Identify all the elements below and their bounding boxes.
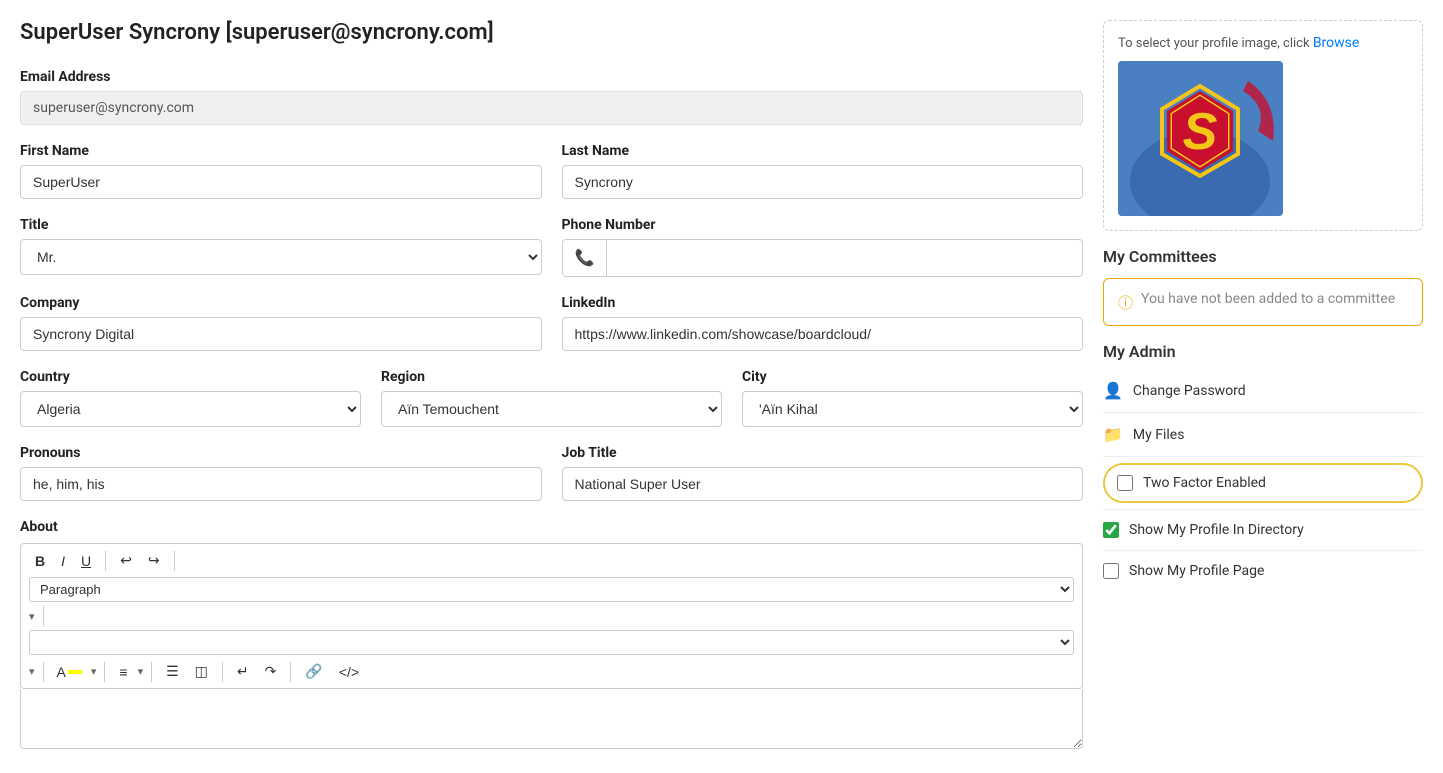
city-label: City xyxy=(742,369,1083,385)
browse-link[interactable]: Browse xyxy=(1313,35,1359,51)
pronouns-label: Pronouns xyxy=(20,445,542,461)
committees-empty-msg: You have not been added to a committee xyxy=(1141,291,1395,307)
change-password-icon: 👤 xyxy=(1103,381,1123,400)
committees-title: My Committees xyxy=(1103,247,1423,266)
first-name-label: First Name xyxy=(20,143,542,159)
show-directory-item[interactable]: Show My Profile In Directory xyxy=(1103,514,1423,546)
font-select[interactable] xyxy=(29,630,1074,655)
italic-btn[interactable]: I xyxy=(55,549,71,573)
country-select[interactable]: Algeria xyxy=(20,391,361,427)
my-files-label: My Files xyxy=(1133,427,1185,443)
show-profile-label[interactable]: Show My Profile Page xyxy=(1129,563,1264,579)
change-password-item[interactable]: 👤 Change Password xyxy=(1103,373,1423,408)
editor-toolbar: B I U ↩ ↪ Paragraph Heading 1 Heading 2 … xyxy=(20,543,1083,689)
profile-image-card: To select your profile image, click Brow… xyxy=(1103,20,1423,231)
superman-svg: S xyxy=(1118,61,1283,216)
separator-3 xyxy=(43,606,44,626)
separator-7 xyxy=(222,662,223,682)
redo-btn[interactable]: ↪ xyxy=(142,548,166,573)
separator-4 xyxy=(43,662,44,682)
committees-empty-box: ⓘ You have not been added to a committee xyxy=(1103,278,1423,326)
change-password-label: Change Password xyxy=(1133,383,1246,399)
code-btn[interactable]: </> xyxy=(333,660,365,684)
show-directory-label[interactable]: Show My Profile In Directory xyxy=(1129,522,1304,538)
pronouns-input[interactable] xyxy=(20,467,542,501)
show-profile-checkbox[interactable] xyxy=(1103,563,1119,579)
indent-decrease-btn[interactable]: ↵ xyxy=(231,659,255,684)
profile-image-instruction: To select your profile image, click Brow… xyxy=(1118,35,1408,51)
first-name-input[interactable] xyxy=(20,165,542,199)
phone-icon-btn[interactable]: 📞 xyxy=(563,240,608,276)
align-btn[interactable]: ≡ xyxy=(113,660,133,684)
job-title-input[interactable] xyxy=(562,467,1084,501)
admin-divider-1 xyxy=(1103,412,1423,413)
email-label: Email Address xyxy=(20,69,111,85)
linkedin-input[interactable] xyxy=(562,317,1084,351)
company-input[interactable] xyxy=(20,317,542,351)
separator-8 xyxy=(290,662,291,682)
highlight-color-bar xyxy=(68,670,82,674)
show-directory-checkbox[interactable] xyxy=(1103,522,1119,538)
separator-1 xyxy=(105,551,106,571)
highlight-icon: A xyxy=(57,664,66,680)
highlight-btn[interactable]: A xyxy=(52,660,87,684)
two-factor-row[interactable]: Two Factor Enabled xyxy=(1103,463,1423,503)
svg-text:S: S xyxy=(1183,103,1218,161)
phone-input[interactable] xyxy=(607,242,1082,274)
my-files-item[interactable]: 📁 My Files xyxy=(1103,417,1423,452)
separator-6 xyxy=(151,662,152,682)
committees-section: My Committees ⓘ You have not been added … xyxy=(1103,247,1423,326)
page-title: SuperUser Syncrony [superuser@syncrony.c… xyxy=(20,20,1083,45)
paragraph-chevron: ▾ xyxy=(29,610,35,623)
about-textarea[interactable] xyxy=(20,689,1083,749)
profile-image: S xyxy=(1118,61,1283,216)
unordered-list-btn[interactable]: ◫ xyxy=(189,659,214,684)
phone-input-wrapper: 📞 xyxy=(562,239,1084,277)
admin-section: My Admin 👤 Change Password 📁 My Files Tw… xyxy=(1103,342,1423,587)
region-select[interactable]: Aïn Temouchent xyxy=(381,391,722,427)
admin-title: My Admin xyxy=(1103,342,1423,361)
job-title-label: Job Title xyxy=(562,445,1084,461)
paragraph-select[interactable]: Paragraph Heading 1 Heading 2 xyxy=(29,577,1074,602)
linkedin-label: LinkedIn xyxy=(562,295,1084,311)
separator-5 xyxy=(104,662,105,682)
align-chevron: ▾ xyxy=(138,665,144,678)
country-label: Country xyxy=(20,369,361,385)
last-name-label: Last Name xyxy=(562,143,1084,159)
title-select[interactable]: Mr. Mrs. Ms. Dr. Prof. xyxy=(20,239,542,275)
separator-2 xyxy=(174,551,175,571)
underline-btn[interactable]: U xyxy=(75,549,97,573)
company-label: Company xyxy=(20,295,542,311)
admin-divider-4 xyxy=(1103,550,1423,551)
undo-btn[interactable]: ↩ xyxy=(114,548,138,573)
about-label: About xyxy=(20,519,1083,535)
two-factor-checkbox[interactable] xyxy=(1117,475,1133,491)
show-profile-item[interactable]: Show My Profile Page xyxy=(1103,555,1423,587)
font-chevron: ▾ xyxy=(29,665,35,678)
last-name-input[interactable] xyxy=(562,165,1084,199)
region-label: Region xyxy=(381,369,722,385)
indent-increase-btn[interactable]: ↷ xyxy=(259,659,283,684)
two-factor-label[interactable]: Two Factor Enabled xyxy=(1143,475,1266,491)
highlight-chevron: ▾ xyxy=(91,665,97,678)
files-icon: 📁 xyxy=(1103,425,1123,444)
phone-label: Phone Number xyxy=(562,217,1084,233)
ordered-list-btn[interactable]: ☰ xyxy=(160,659,185,684)
city-select[interactable]: 'Aïn Kihal xyxy=(742,391,1083,427)
info-icon: ⓘ xyxy=(1118,292,1133,313)
admin-divider-3 xyxy=(1103,509,1423,510)
email-display: superuser@syncrony.com xyxy=(20,91,1083,125)
link-btn[interactable]: 🔗 xyxy=(299,659,328,684)
admin-divider-2 xyxy=(1103,456,1423,457)
title-label: Title xyxy=(20,217,542,233)
bold-btn[interactable]: B xyxy=(29,549,51,573)
